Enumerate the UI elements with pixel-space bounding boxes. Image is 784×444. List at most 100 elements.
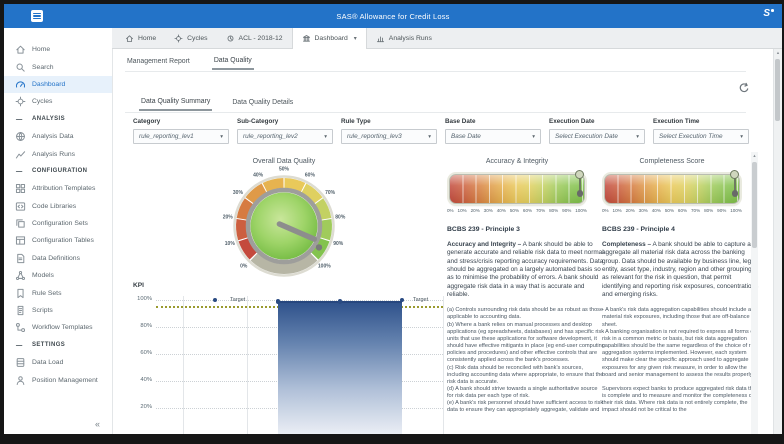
- scripts-icon: [15, 305, 26, 316]
- kpi-target-label: Target: [230, 297, 245, 303]
- subtab-management-report[interactable]: Management Report: [125, 56, 192, 69]
- sidebar-item-cycles[interactable]: Cycles: [4, 93, 112, 110]
- gauge-tick-label: 30%: [639, 208, 648, 213]
- page-scrollbar-thumb[interactable]: [775, 59, 780, 121]
- configuration-sets-icon: [15, 218, 26, 229]
- kpi-area-series: [278, 301, 402, 434]
- panel-scrollbar-thumb[interactable]: [752, 162, 757, 248]
- kpi-data-point: [400, 298, 404, 302]
- report-subtabs: Management Report Data Quality: [125, 53, 254, 71]
- tab-cycles[interactable]: Cycles: [165, 28, 216, 48]
- dashboard-icon: [15, 79, 26, 90]
- filter-label: Execution Date: [549, 118, 645, 125]
- page-scrollbar[interactable]: ▲: [773, 49, 782, 434]
- filter-rule-type-select[interactable]: rule_reporting_lev3▾: [341, 129, 437, 144]
- bcbs-principle-3-section: BCBS 239 - Principle 3 Accuracy and Inte…: [447, 226, 605, 434]
- sidebar-item-data-load[interactable]: Data Load: [4, 354, 112, 371]
- tab-dashboard[interactable]: Dashboard▾: [292, 28, 367, 49]
- sidebar-item-configuration-sets[interactable]: Configuration Sets: [4, 215, 112, 232]
- subtabs-divider: [125, 71, 746, 72]
- gauge-tick-label: 40%: [497, 208, 506, 213]
- sidebar-item-data-definitions[interactable]: Data Definitions: [4, 250, 112, 267]
- section-dash-icon: [15, 166, 26, 177]
- completeness-score-gauge: Completeness Score 0%10%20%30%40%50%60%7…: [602, 158, 742, 213]
- completeness-gauge-bar: [604, 174, 740, 204]
- filter-category-select[interactable]: rule_reporting_lev1▾: [133, 129, 229, 144]
- sidebar-section-analysis: ANALYSIS: [4, 111, 112, 128]
- kpi-data-point: [213, 298, 217, 302]
- kpi-y-axis-label: 20%: [126, 404, 152, 410]
- gauge-tick-label: 80%: [704, 208, 713, 213]
- sidebar-item-attribution-templates[interactable]: Attribution Templates: [4, 180, 112, 197]
- tab-data-quality-details[interactable]: Data Quality Details: [230, 97, 295, 110]
- tab-home[interactable]: Home: [116, 28, 165, 48]
- tab-acl-icon: [226, 34, 235, 43]
- chevron-down-icon: ▾: [324, 134, 327, 140]
- section-dash-icon: [15, 114, 26, 125]
- accuracy-integrity-gauge: Accuracy & Integrity 0%10%20%30%40%50%60…: [447, 158, 587, 213]
- filter-execution-date-select[interactable]: Select Execution Date▾: [549, 129, 645, 144]
- svg-text:40%: 40%: [253, 173, 264, 179]
- sidebar-item-label: Scripts: [32, 307, 53, 314]
- kpi-chart-label: KPI: [133, 282, 144, 289]
- sidebar-section-label: CONFIGURATION: [32, 168, 87, 174]
- overall-data-quality-gauge: 0%10%20%30%40%50%60%70%80%90%100%: [164, 164, 404, 290]
- filter-base-date-select[interactable]: Base Date▾: [445, 129, 541, 144]
- sidebar-item-label: Home: [32, 46, 50, 53]
- app-title: SAS® Allowance for Credit Loss: [4, 12, 782, 21]
- sidebar-item-label: Dashboard: [32, 81, 65, 88]
- filter-value: Select Execution Time: [659, 133, 723, 140]
- tab-analysis-runs[interactable]: Analysis Runs: [367, 28, 441, 48]
- attribution-templates-icon: [15, 183, 26, 194]
- sidebar-item-home[interactable]: Home: [4, 41, 112, 58]
- chevron-down-icon: ▾: [220, 134, 223, 140]
- panel-scroll-up-icon[interactable]: ▲: [751, 153, 758, 158]
- tab-label: Analysis Runs: [389, 35, 432, 42]
- sidebar-section-label: ANALYSIS: [32, 116, 65, 122]
- app-topbar: SAS® Allowance for Credit Loss S: [4, 4, 782, 28]
- kpi-gridline-vertical: [183, 296, 184, 434]
- chevron-down-icon: ▾: [354, 35, 357, 42]
- sidebar-item-rule-sets[interactable]: Rule Sets: [4, 284, 112, 301]
- sidebar-item-scripts[interactable]: Scripts: [4, 302, 112, 319]
- sidebar-item-code-libraries[interactable]: Code Libraries: [4, 198, 112, 215]
- filter-bar: Categoryrule_reporting_lev1▾Sub-Category…: [133, 118, 749, 144]
- tab-data-quality-summary[interactable]: Data Quality Summary: [139, 96, 212, 111]
- kpi-data-point: [338, 299, 342, 303]
- filter-value: Base Date: [451, 133, 481, 140]
- accuracy-marker-pin[interactable]: [575, 170, 584, 179]
- gauge-tick-label: 90%: [717, 208, 726, 213]
- sidebar-item-label: Models: [32, 272, 54, 279]
- search-icon: [15, 62, 26, 73]
- sidebar-item-models[interactable]: Models: [4, 267, 112, 284]
- accuracy-gauge-title: Accuracy & Integrity: [447, 158, 587, 165]
- sidebar-item-analysis-data[interactable]: Analysis Data: [4, 128, 112, 145]
- page-scroll-up-icon[interactable]: ▲: [774, 50, 782, 55]
- panel-scrollbar[interactable]: ▲: [751, 152, 758, 434]
- sidebar-item-configuration-tables[interactable]: Configuration Tables: [4, 232, 112, 249]
- summary-tabs-divider: [125, 112, 746, 113]
- gauge-tick-label: 60%: [523, 208, 532, 213]
- sidebar-item-search[interactable]: Search: [4, 58, 112, 75]
- refresh-icon[interactable]: [738, 81, 750, 93]
- sidebar-item-analysis-runs[interactable]: Analysis Runs: [4, 145, 112, 162]
- tab-acl-2018-12[interactable]: ACL - 2018-12: [217, 28, 292, 48]
- completeness-marker-pin[interactable]: [730, 170, 739, 179]
- sidebar-collapse-icon[interactable]: «: [95, 419, 100, 429]
- subtab-data-quality[interactable]: Data Quality: [212, 55, 254, 70]
- gauge-tick-label: 50%: [665, 208, 674, 213]
- filter-execution-time-select[interactable]: Select Execution Time▾: [653, 129, 749, 144]
- sidebar-item-dashboard[interactable]: Dashboard: [4, 76, 112, 93]
- svg-text:20%: 20%: [223, 214, 234, 220]
- tab-dashboard-icon: [302, 34, 311, 43]
- filter-execution-time: Execution TimeSelect Execution Time▾: [653, 118, 749, 144]
- kpi-y-axis-label: 60%: [126, 350, 152, 356]
- code-libraries-icon: [15, 201, 26, 212]
- sidebar-item-position-management[interactable]: Position Management: [4, 371, 112, 388]
- filter-sub-category-select[interactable]: rule_reporting_lev2▾: [237, 129, 333, 144]
- gauge-tick-label: 70%: [691, 208, 700, 213]
- rule-sets-icon: [15, 288, 26, 299]
- gauge-tick-label: 60%: [678, 208, 687, 213]
- sidebar-item-workflow-templates[interactable]: Workflow Templates: [4, 319, 112, 336]
- sidebar-item-label: Workflow Templates: [32, 324, 93, 331]
